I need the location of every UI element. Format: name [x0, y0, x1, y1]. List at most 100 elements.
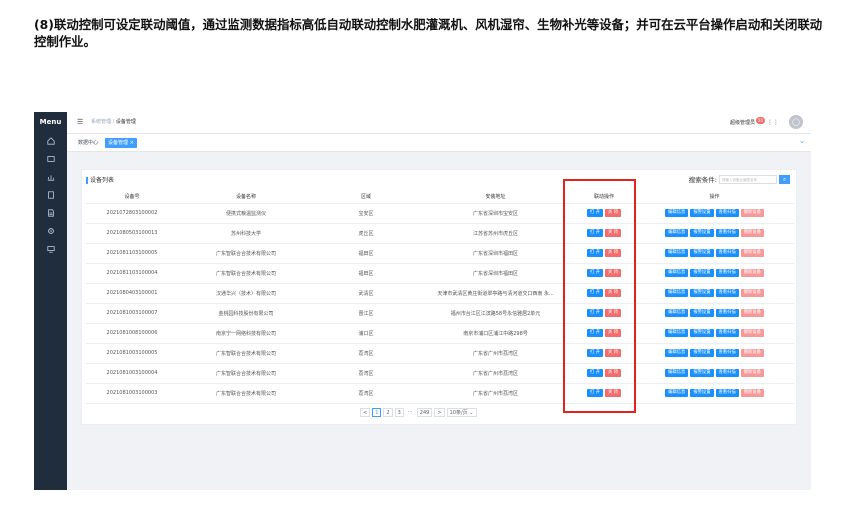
table-row: 2021081003100005 广东智联合合技术有限公司 荔湾区 广东省广州市荔湾区… [86, 343, 794, 364]
user-name[interactable]: 超级管理员 20 [730, 116, 765, 126]
cell-area: 荔湾区 [314, 363, 418, 384]
edit-info-button[interactable]: 编辑信息 [665, 229, 689, 237]
view-scan-button[interactable]: 查看扫描 [715, 229, 739, 237]
cell-actions: 编辑信息 报警设置 查看扫描 删除设备 [635, 383, 794, 404]
prev-page-button[interactable]: < [360, 408, 371, 417]
cell-area: 宝安区 [314, 203, 418, 224]
more-icon[interactable]: ⋮⋮ [767, 119, 779, 126]
delete-device-button[interactable]: 删除设备 [740, 249, 764, 257]
cell-device-name: 广东智联合合技术有限公司 [178, 343, 314, 364]
page-2-button[interactable]: 2 [383, 408, 393, 417]
col-header: 区域 [314, 190, 418, 204]
edit-info-button[interactable]: 编辑信息 [665, 249, 689, 257]
monitor-icon[interactable] [34, 240, 67, 258]
alarm-settings-button[interactable]: 报警设置 [690, 289, 714, 297]
top-navbar: ☰ 系统管理 / 设备管理 超级管理员 20 ⋮⋮ ◯ [67, 112, 811, 134]
edit-info-button[interactable]: 编辑信息 [665, 369, 689, 377]
alarm-settings-button[interactable]: 报警设置 [690, 329, 714, 337]
next-page-button[interactable]: > [434, 408, 445, 417]
view-scan-button[interactable]: 查看扫描 [715, 349, 739, 357]
view-scan-button[interactable]: 查看扫描 [715, 209, 739, 217]
home-icon[interactable] [34, 132, 67, 150]
caption-text: (8)联动控制可设定联动阈值，通过监测数据指标高低自动联动控制水肥灌溉机、风机湿… [34, 17, 823, 49]
breadcrumb-item-system[interactable]: 系统管理 [91, 119, 111, 125]
cell-address: 广东省广州市荔湾区 [418, 343, 573, 364]
cell-device-name: 南京宁一网络科技有限公司 [178, 323, 314, 344]
edit-info-button[interactable]: 编辑信息 [665, 389, 689, 397]
app-window: Menu ☰ 系统管理 / 设备管理 超级管理员 20 ⋮⋮ ◯ 数据中心 设备管… [34, 112, 811, 490]
cell-address: 广东省深圳市福田区 [418, 243, 573, 264]
chart-icon[interactable] [34, 168, 67, 186]
page-ellipsis[interactable]: ··· [406, 408, 415, 417]
delete-device-button[interactable]: 删除设备 [740, 329, 764, 337]
view-scan-button[interactable]: 查看扫描 [715, 329, 739, 337]
search-label: 搜索条件: [688, 176, 717, 184]
page-last-button[interactable]: 249 [416, 408, 433, 417]
cell-device-id: 2021081003100004 [86, 363, 178, 384]
col-header: 设备号 [86, 190, 178, 204]
delete-device-button[interactable]: 删除设备 [740, 269, 764, 277]
cloud-icon[interactable] [34, 150, 67, 168]
alarm-settings-button[interactable]: 报警设置 [690, 269, 714, 277]
delete-device-button[interactable]: 删除设备 [740, 209, 764, 217]
device-icon[interactable] [34, 186, 67, 204]
page-1-button[interactable]: 1 [372, 408, 382, 417]
cell-device-id: 2021081003100007 [86, 303, 178, 324]
document-icon[interactable] [34, 204, 67, 222]
alarm-settings-button[interactable]: 报警设置 [690, 229, 714, 237]
user-area: 超级管理员 20 ⋮⋮ ◯ [730, 115, 803, 129]
edit-info-button[interactable]: 编辑信息 [665, 209, 689, 217]
cell-address: 南京市浦口区浦江中路298号 [418, 323, 573, 344]
alarm-settings-button[interactable]: 报警设置 [690, 389, 714, 397]
cell-device-name: 汉通华兴（技术）有限公司 [178, 283, 314, 304]
cell-device-id: 2021081003100003 [86, 383, 178, 404]
page-3-button[interactable]: 3 [394, 408, 404, 417]
cell-actions: 编辑信息 报警设置 查看扫描 删除设备 [635, 243, 794, 264]
alarm-settings-button[interactable]: 报警设置 [690, 349, 714, 357]
alarm-settings-button[interactable]: 报警设置 [690, 369, 714, 377]
cell-address: 广东省深圳市福田区 [418, 263, 573, 284]
edit-info-button[interactable]: 编辑信息 [665, 269, 689, 277]
view-scan-button[interactable]: 查看扫描 [715, 369, 739, 377]
delete-device-button[interactable]: 删除设备 [740, 289, 764, 297]
page-size-select[interactable]: 10条/页 ⌄ [446, 408, 477, 417]
search-button[interactable]: ⌕ [779, 174, 790, 184]
cell-device-name: 便携式粮温监测仪 [178, 203, 314, 224]
edit-info-button[interactable]: 编辑信息 [665, 309, 689, 317]
view-scan-button[interactable]: 查看扫描 [715, 389, 739, 397]
gear-icon[interactable] [34, 222, 67, 240]
view-scan-button[interactable]: 查看扫描 [715, 309, 739, 317]
col-header: 操作 [635, 190, 794, 204]
delete-device-button[interactable]: 删除设备 [740, 349, 764, 357]
cell-device-name: 金桃园科技股份有限公司 [178, 303, 314, 324]
tag-data-center[interactable]: 数据中心 [75, 138, 101, 148]
hamburger-icon[interactable]: ☰ [77, 118, 83, 126]
view-scan-button[interactable]: 查看扫描 [715, 249, 739, 257]
edit-info-button[interactable]: 编辑信息 [665, 289, 689, 297]
search-input[interactable]: 请输入设备比编表名称 [719, 174, 777, 184]
device-table: 设备号 设备名称 区域 安装地址 联动操作 操作 202107280310000… [86, 190, 794, 404]
cell-device-name: 广东智联合合技术有限公司 [178, 243, 314, 264]
chevron-down-icon[interactable]: ⌄ [799, 137, 805, 145]
delete-device-button[interactable]: 删除设备 [740, 369, 764, 377]
edit-info-button[interactable]: 编辑信息 [665, 329, 689, 337]
cell-area: 浦口区 [314, 323, 418, 344]
view-scan-button[interactable]: 查看扫描 [715, 269, 739, 277]
cell-address: 广东省广州市荔湾区 [418, 363, 573, 384]
table-row: 2021080403100001 汉通华兴（技术）有限公司 武清区 天津市武清区黄庄街… [86, 283, 794, 304]
menu-title: Menu [39, 118, 62, 126]
cell-area: 虎丘区 [314, 223, 418, 244]
table-row: 2021081008100006 南京宁一网络科技有限公司 浦口区 南京市浦口区浦江中… [86, 323, 794, 344]
alarm-settings-button[interactable]: 报警设置 [690, 249, 714, 257]
delete-device-button[interactable]: 删除设备 [740, 309, 764, 317]
cell-address: 天津市武清区黄庄街道翠亭路与清河道交口西南 永... [418, 283, 573, 304]
alarm-settings-button[interactable]: 报警设置 [690, 309, 714, 317]
delete-device-button[interactable]: 删除设备 [740, 389, 764, 397]
table-row: 2021081003100004 广东智联合合技术有限公司 荔湾区 广东省广州市荔湾区… [86, 363, 794, 384]
avatar[interactable]: ◯ [789, 115, 803, 129]
delete-device-button[interactable]: 删除设备 [740, 229, 764, 237]
tag-device-management[interactable]: 设备管理 × [105, 138, 137, 148]
alarm-settings-button[interactable]: 报警设置 [690, 209, 714, 217]
view-scan-button[interactable]: 查看扫描 [715, 289, 739, 297]
edit-info-button[interactable]: 编辑信息 [665, 349, 689, 357]
